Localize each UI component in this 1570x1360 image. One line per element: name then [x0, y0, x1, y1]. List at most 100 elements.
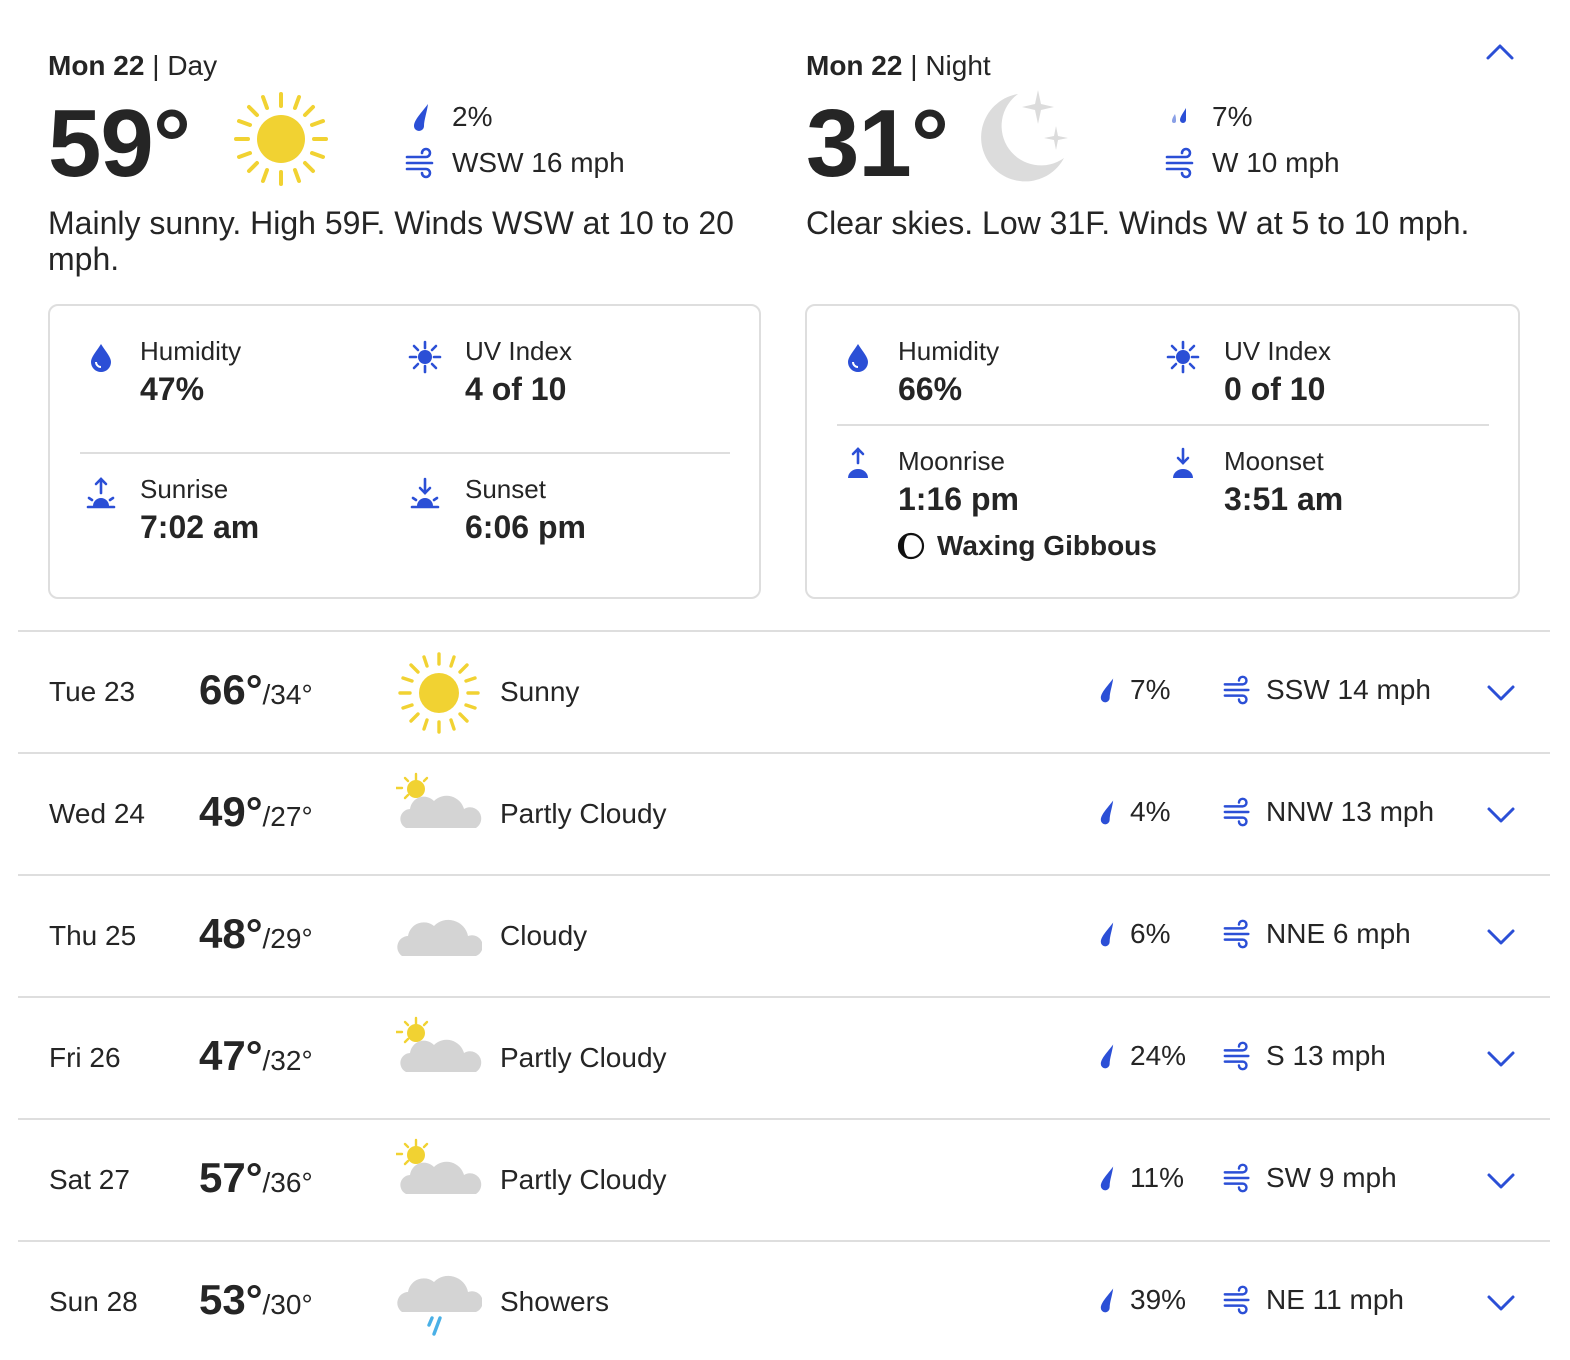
- forecast-row[interactable]: Sun 28 53°/30° Showers 39% NE 11 mph: [18, 1240, 1550, 1360]
- uv-index-item: UV Index 0 of 10: [1224, 336, 1331, 408]
- moonset-value: 3:51 am: [1224, 481, 1344, 517]
- sunset-item: Sunset 6:06 pm: [465, 474, 586, 546]
- day-part-title: Mon 22 | Day: [48, 50, 217, 82]
- forecast-day: Wed 24: [49, 798, 145, 829]
- day-temperature: 59°: [48, 90, 191, 197]
- raindrop-icon: [1100, 922, 1114, 947]
- forecast-precip-value: 39%: [1130, 1284, 1187, 1315]
- forecast-row[interactable]: Thu 25 48°/29° Cloudy 6% NNE 6 mph: [18, 874, 1550, 994]
- sunset-value: 6:06 pm: [465, 509, 586, 545]
- sunrise-label: Sunrise: [140, 474, 229, 504]
- expand-chevron-down-icon[interactable]: [1484, 1164, 1518, 1198]
- forecast-row[interactable]: Wed 24 49°/27° Partly Cloudy 4% NNW 13 m…: [18, 752, 1550, 872]
- forecast-phrase: Partly Cloudy: [500, 798, 667, 829]
- partly-cloudy-icon: [396, 1016, 482, 1072]
- raindrop-icon: [1100, 1044, 1114, 1069]
- uv-index-value: 0 of 10: [1224, 371, 1326, 407]
- forecast-day: Fri 26: [49, 1042, 121, 1073]
- expand-chevron-down-icon[interactable]: [1484, 920, 1518, 954]
- uv-index-label: UV Index: [465, 336, 572, 366]
- sunrise-item: Sunrise 7:02 am: [140, 474, 259, 546]
- sunny-icon: [398, 652, 480, 734]
- forecast-low: /30°: [262, 1289, 313, 1320]
- sunset-label: Sunset: [465, 474, 546, 504]
- raindrop-icon: [1100, 800, 1114, 825]
- forecast-wind-value: SW 9 mph: [1266, 1162, 1397, 1193]
- day-wind-value: WSW 16 mph: [452, 147, 625, 178]
- forecast-low: /34°: [262, 679, 313, 710]
- wind-icon: [1223, 797, 1250, 827]
- wind-icon: [1223, 1041, 1250, 1071]
- forecast-high: 47°: [199, 1032, 263, 1079]
- expand-chevron-down-icon[interactable]: [1484, 676, 1518, 710]
- night-wind-value: W 10 mph: [1212, 147, 1340, 178]
- collapse-chevron-up-icon[interactable]: [1482, 34, 1518, 70]
- forecast-low: /36°: [262, 1167, 313, 1198]
- forecast-precip: 39%: [1092, 1284, 1186, 1316]
- forecast-wind: SSW 14 mph: [1222, 674, 1431, 706]
- humidity-icon: [91, 344, 111, 372]
- forecast-row[interactable]: Tue 23 66°/34° Sunny 7% SSW 14 mph: [18, 630, 1550, 750]
- humidity-icon: [848, 344, 868, 372]
- sunset-icon: [410, 477, 440, 509]
- forecast-precip-value: 7%: [1130, 674, 1171, 705]
- humidity-item: Humidity 47%: [140, 336, 241, 408]
- night-details-card: Humidity 66% UV Index 0 of 10 Moonrise 1…: [805, 304, 1520, 599]
- humidity-item: Humidity 66%: [898, 336, 999, 408]
- wind-icon: [1223, 1163, 1250, 1193]
- night-date: Mon 22: [806, 50, 903, 81]
- wind-icon: [405, 147, 434, 179]
- forecast-precip-value: 11%: [1130, 1162, 1184, 1193]
- wind-icon: [1223, 675, 1250, 705]
- humidity-value: 66%: [898, 371, 963, 407]
- forecast-precip: 24%: [1092, 1040, 1186, 1072]
- expand-chevron-down-icon[interactable]: [1484, 1042, 1518, 1076]
- expand-chevron-down-icon[interactable]: [1484, 798, 1518, 832]
- night-period: Night: [925, 50, 991, 81]
- forecast-high: 49°: [199, 788, 263, 835]
- sunrise-icon: [86, 477, 116, 509]
- forecast-temps: 66°/34°: [199, 666, 313, 714]
- title-separator: |: [910, 50, 918, 81]
- moonrise-icon: [848, 447, 868, 478]
- night-wind: W 10 mph: [1164, 146, 1340, 180]
- forecast-wind: SW 9 mph: [1222, 1162, 1397, 1194]
- forecast-precip-value: 6%: [1130, 918, 1171, 949]
- moonset-icon: [1173, 447, 1193, 478]
- forecast-temps: 49°/27°: [199, 788, 313, 836]
- forecast-high: 66°: [199, 666, 263, 713]
- day-period: Day: [167, 50, 218, 81]
- day-narrative: Mainly sunny. High 59F. Winds WSW at 10 …: [48, 205, 734, 277]
- waxing-gibbous-moon-icon: [897, 532, 925, 560]
- night-precip-value: 7%: [1212, 101, 1253, 132]
- forecast-precip: 4%: [1092, 796, 1170, 828]
- humidity-label: Humidity: [898, 336, 1000, 366]
- moonrise-value: 1:16 pm: [898, 481, 1019, 517]
- forecast-high: 53°: [199, 1276, 263, 1323]
- day-date: Mon 22: [48, 50, 145, 81]
- forecast-row[interactable]: Fri 26 47°/32° Partly Cloudy 24% S 13 mp…: [18, 996, 1550, 1116]
- raindrop-icon: [1100, 678, 1114, 703]
- forecast-phrase: Partly Cloudy: [500, 1042, 667, 1073]
- details-divider: [837, 424, 1489, 426]
- forecast-temps: 48°/29°: [199, 910, 313, 958]
- forecast-precip: 7%: [1092, 674, 1170, 706]
- moonset-label: Moonset: [1224, 446, 1324, 476]
- night-precip: 7%: [1164, 100, 1252, 134]
- forecast-wind-value: SSW 14 mph: [1266, 674, 1431, 705]
- moonset-item: Moonset 3:51 am: [1224, 446, 1343, 518]
- moonrise-label: Moonrise: [898, 446, 1005, 476]
- expand-chevron-down-icon[interactable]: [1484, 1286, 1518, 1320]
- forecast-day: Thu 25: [49, 920, 137, 951]
- forecast-temps: 53°/30°: [199, 1276, 313, 1324]
- forecast-row[interactable]: Sat 27 57°/36° Partly Cloudy 11% SW 9 mp…: [18, 1118, 1550, 1238]
- forecast-temps: 47°/32°: [199, 1032, 313, 1080]
- forecast-day: Sat 27: [49, 1164, 130, 1195]
- night-temperature: 31°: [806, 90, 949, 197]
- clear-night-icon: [981, 90, 1068, 182]
- wind-icon: [1165, 147, 1194, 179]
- forecast-wind: NNE 6 mph: [1222, 918, 1411, 950]
- uv-index-label: UV Index: [1224, 336, 1331, 366]
- sunny-icon: [234, 92, 328, 186]
- partly-cloudy-icon: [396, 1138, 482, 1194]
